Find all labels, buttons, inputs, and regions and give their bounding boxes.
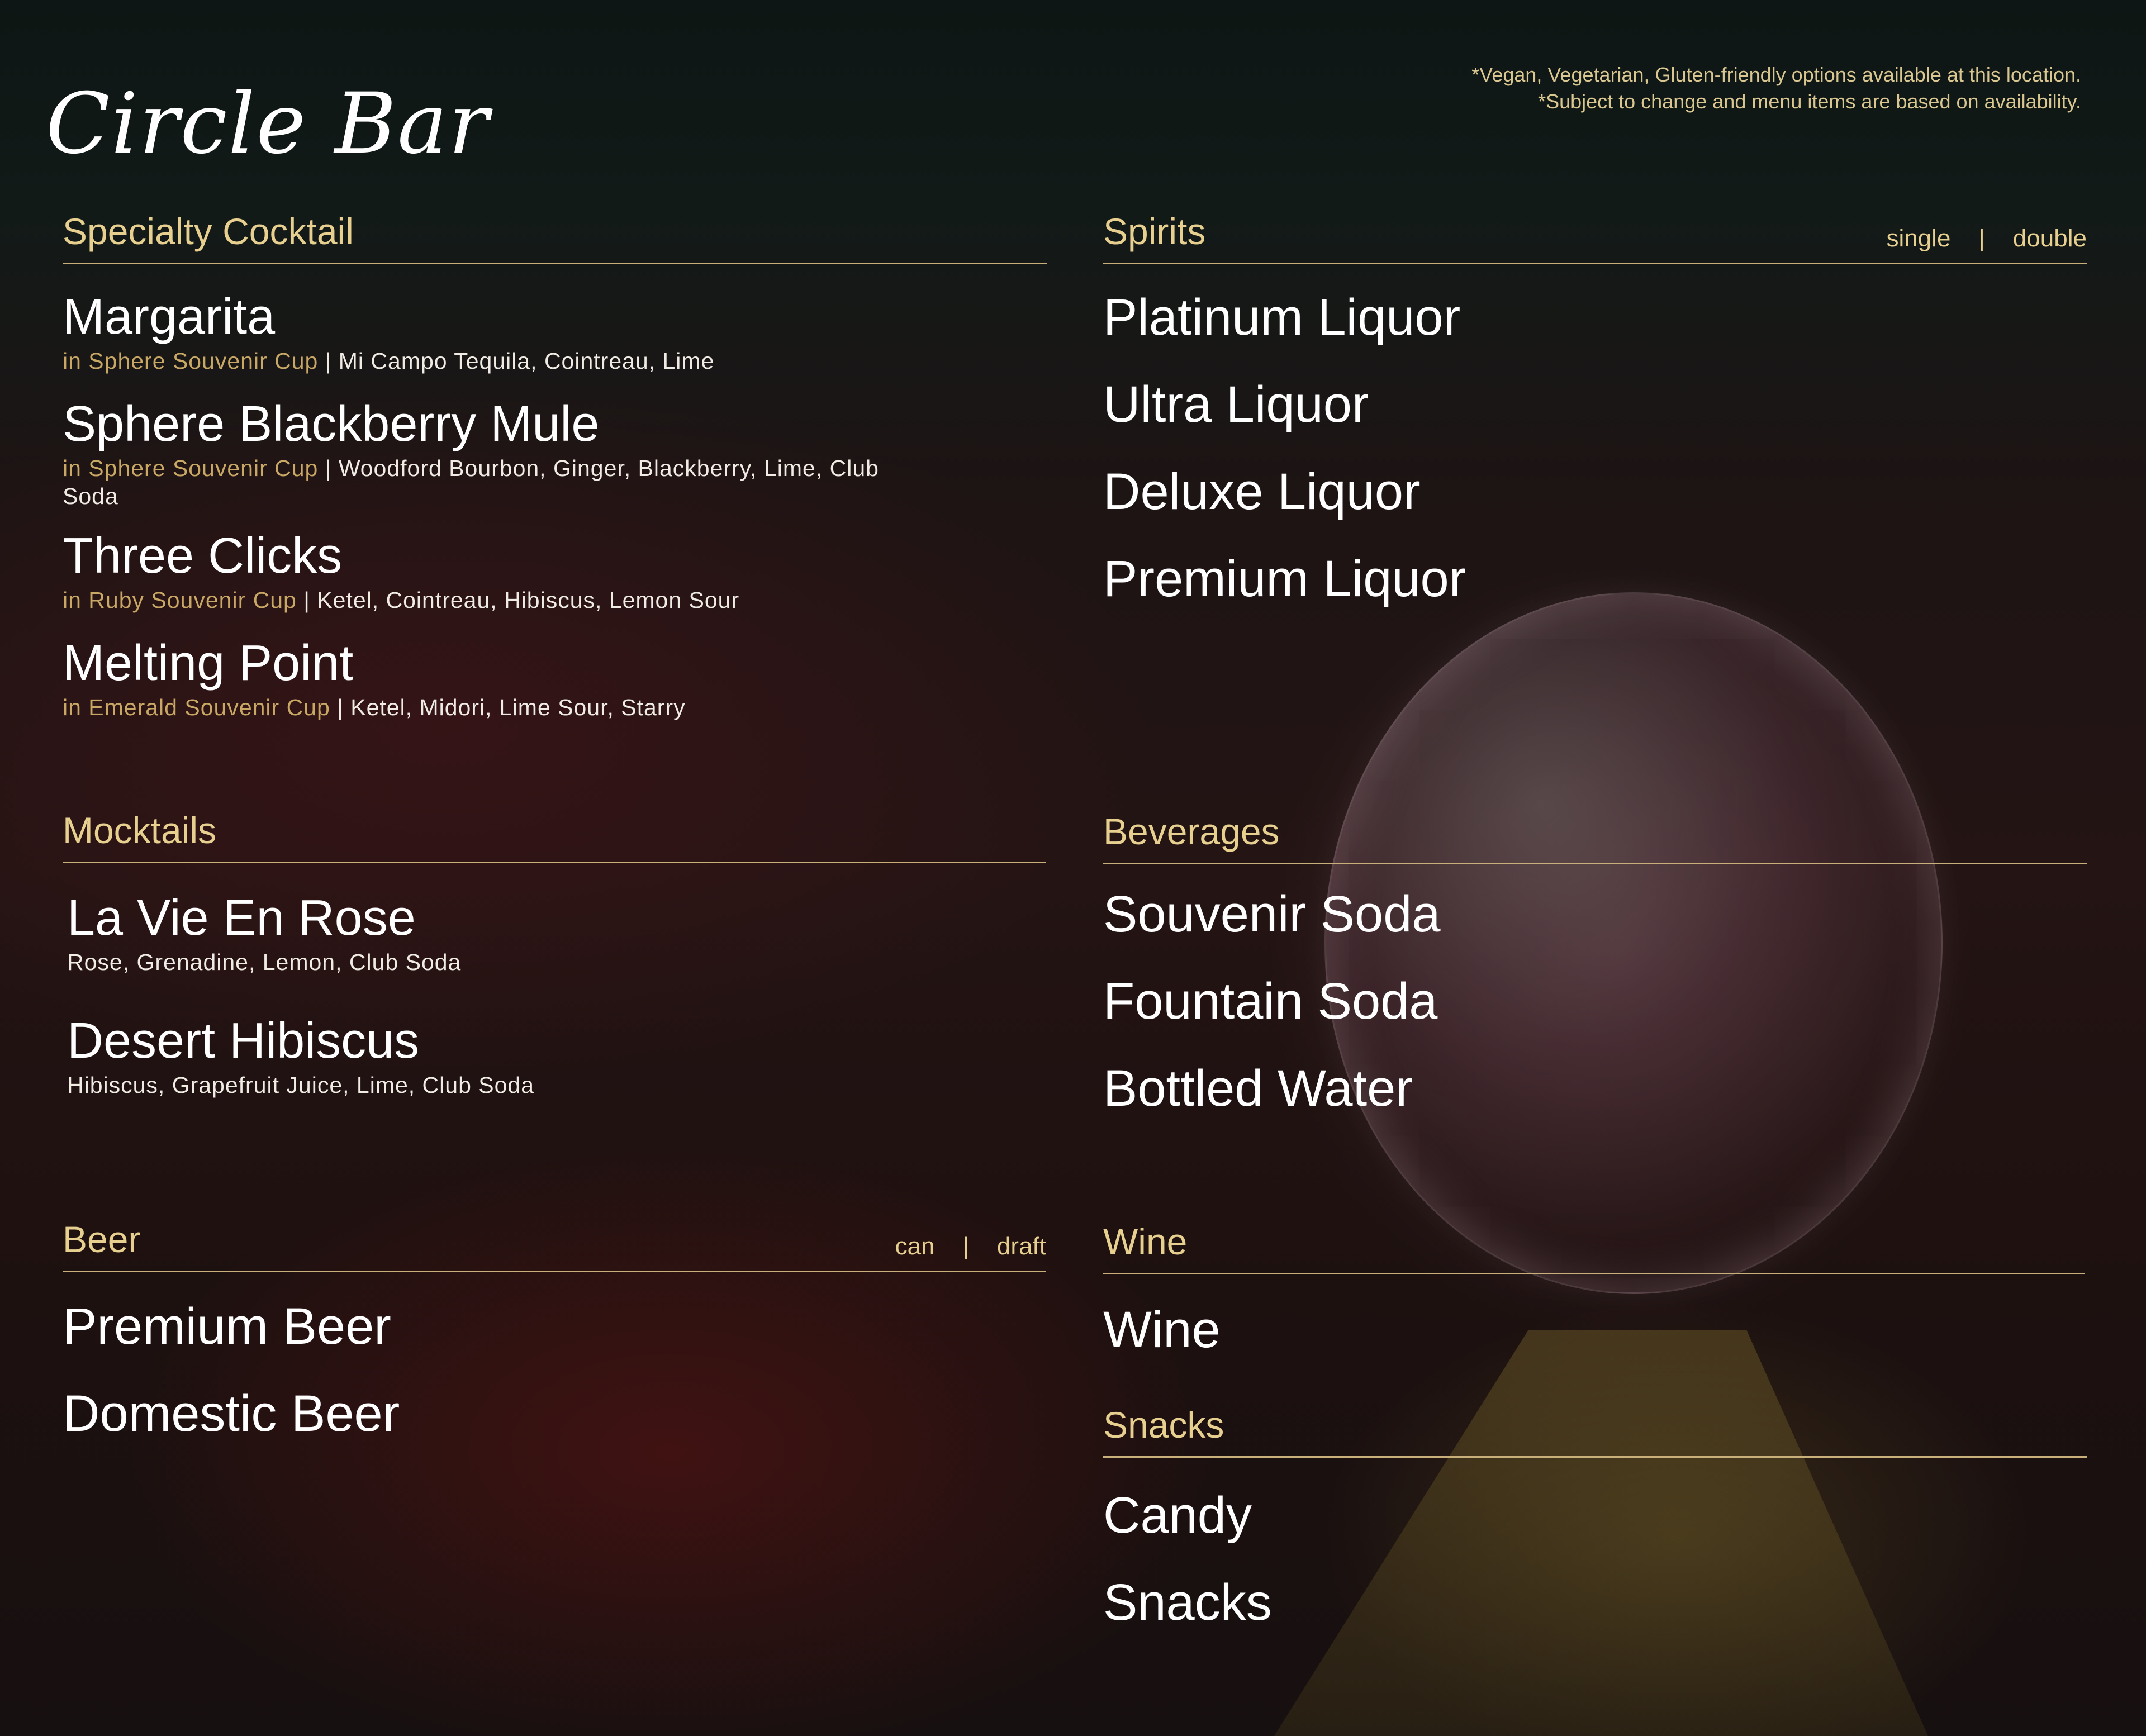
section-header: Beer can | draft bbox=[63, 1212, 1046, 1272]
menu-item: Souvenir Soda bbox=[1103, 881, 2087, 947]
item-ingredients: Ketel, Midori, Lime Sour, Starry bbox=[350, 695, 686, 720]
size-labels: single | double bbox=[1886, 225, 2087, 253]
menu-item: Domestic Beer bbox=[63, 1381, 1046, 1447]
item-list: Candy Snacks bbox=[1103, 1458, 2087, 1635]
item-ingredients: Mi Campo Tequila, Cointreau, Lime bbox=[338, 348, 715, 374]
item-cup: in Ruby Souvenir Cup bbox=[63, 587, 297, 613]
menu-item: Platinum Liquor bbox=[1103, 284, 2087, 350]
item-description: in Sphere Souvenir Cup | Mi Campo Tequil… bbox=[63, 347, 1047, 375]
item-description: in Ruby Souvenir Cup | Ketel, Cointreau,… bbox=[63, 586, 1047, 614]
section-beer: Beer can | draft Premium Beer Domestic Bee… bbox=[63, 1212, 1046, 1468]
menu-item: Wine bbox=[1103, 1297, 2085, 1363]
item-cup: in Emerald Souvenir Cup bbox=[63, 695, 330, 720]
section-title: Snacks bbox=[1103, 1404, 1224, 1445]
item-name: Three Clicks bbox=[63, 528, 343, 584]
item-name: Premium Beer bbox=[63, 1298, 391, 1355]
item-separator: | bbox=[318, 348, 339, 374]
menu-item: Premium Beer bbox=[63, 1293, 1046, 1359]
menu-item: Ultra Liquor bbox=[1103, 372, 2087, 437]
item-name: Fountain Soda bbox=[1103, 973, 1438, 1030]
item-separator: | bbox=[296, 587, 317, 613]
item-name: Premium Liquor bbox=[1103, 550, 1466, 607]
size-single: single bbox=[1886, 225, 1951, 252]
menu-board: Circle Bar *Vegan, Vegetarian, Gluten-fr… bbox=[0, 0, 2146, 1736]
section-title: Spirits bbox=[1103, 211, 1206, 252]
section-title: Beer bbox=[63, 1219, 141, 1260]
section-header: Snacks bbox=[1103, 1398, 2087, 1458]
section-header: Beverages bbox=[1103, 805, 2087, 864]
size-separator: | bbox=[1978, 225, 1985, 252]
section-title: Wine bbox=[1103, 1221, 1188, 1262]
menu-item: Margarita in Sphere Souvenir Cup | Mi Ca… bbox=[63, 287, 1047, 375]
item-list: La Vie En Rose Rose, Grenadine, Lemon, C… bbox=[63, 863, 1046, 1099]
section-title: Specialty Cocktail bbox=[63, 211, 354, 252]
section-snacks: Snacks Candy Snacks bbox=[1103, 1398, 2087, 1657]
item-name: Deluxe Liquor bbox=[1103, 463, 1421, 520]
item-list: Wine bbox=[1103, 1274, 2085, 1363]
menu-item: Three Clicks in Ruby Souvenir Cup | Kete… bbox=[63, 526, 1047, 614]
item-list: Platinum Liquor Ultra Liquor Deluxe Liqu… bbox=[1103, 264, 2087, 612]
item-name: Ultra Liquor bbox=[1103, 376, 1369, 433]
item-name: Desert Hibiscus bbox=[67, 1013, 420, 1069]
menu-item: Premium Liquor bbox=[1103, 546, 2087, 612]
menu-item: Snacks bbox=[1103, 1569, 2087, 1635]
menu-item: Melting Point in Emerald Souvenir Cup | … bbox=[63, 633, 1047, 721]
section-spirits: Spirits single | double Platinum Liquor Ul… bbox=[1103, 204, 2087, 633]
section-specialty-cocktail: Specialty Cocktail Margarita in Sphere S… bbox=[63, 204, 1047, 744]
item-name: Melting Point bbox=[63, 635, 354, 691]
section-header: Spirits single | double bbox=[1103, 204, 2087, 264]
section-header: Mocktails bbox=[63, 803, 1046, 863]
menu-item: Candy bbox=[1103, 1482, 2087, 1548]
item-cup: in Sphere Souvenir Cup bbox=[63, 348, 319, 374]
item-list: Premium Beer Domestic Beer bbox=[63, 1272, 1046, 1447]
item-separator: | bbox=[330, 695, 351, 720]
menu-item: Deluxe Liquor bbox=[1103, 459, 2087, 525]
section-beverages: Beverages Souvenir Soda Fountain Soda Bo… bbox=[1103, 805, 2087, 1143]
item-name: Platinum Liquor bbox=[1103, 289, 1461, 346]
item-cup: in Sphere Souvenir Cup bbox=[63, 455, 319, 481]
section-header: Specialty Cocktail bbox=[63, 204, 1047, 264]
note-line: *Subject to change and menu items are ba… bbox=[1538, 90, 2081, 113]
menu-item: Sphere Blackberry Mule in Sphere Souveni… bbox=[63, 394, 890, 510]
item-description: in Emerald Souvenir Cup | Ketel, Midori,… bbox=[63, 693, 1047, 721]
item-description: in Sphere Souvenir Cup | Woodford Bourbo… bbox=[63, 454, 890, 510]
item-name: Candy bbox=[1103, 1487, 1252, 1544]
item-name: Margarita bbox=[63, 289, 276, 345]
menu-item: Bottled Water bbox=[1103, 1055, 2087, 1121]
item-separator: | bbox=[318, 455, 339, 481]
item-name: Souvenir Soda bbox=[1103, 886, 1441, 943]
section-header: Wine bbox=[1103, 1215, 2085, 1274]
item-list: Margarita in Sphere Souvenir Cup | Mi Ca… bbox=[63, 264, 1047, 721]
logo: Circle Bar bbox=[46, 75, 490, 173]
section-title: Mocktails bbox=[63, 810, 217, 851]
menu-item: Desert Hibiscus Hibiscus, Grapefruit Jui… bbox=[67, 1011, 1046, 1099]
item-name: Wine bbox=[1103, 1301, 1221, 1358]
size-can: can bbox=[895, 1233, 935, 1260]
section-mocktails: Mocktails La Vie En Rose Rose, Grenadine… bbox=[63, 803, 1046, 1121]
item-description: Rose, Grenadine, Lemon, Club Soda bbox=[67, 949, 462, 975]
item-list: Souvenir Soda Fountain Soda Bottled Wate… bbox=[1103, 864, 2087, 1121]
size-draft: draft bbox=[996, 1233, 1046, 1260]
item-name: Bottled Water bbox=[1103, 1060, 1413, 1117]
item-name: Snacks bbox=[1103, 1574, 1272, 1631]
item-ingredients: Ketel, Cointreau, Hibiscus, Lemon Sour bbox=[317, 587, 740, 613]
dietary-notes: *Vegan, Vegetarian, Gluten-friendly opti… bbox=[1471, 61, 2081, 115]
size-labels: can | draft bbox=[895, 1233, 1046, 1261]
item-name: Domestic Beer bbox=[63, 1385, 400, 1442]
item-name: Sphere Blackberry Mule bbox=[63, 396, 600, 452]
size-separator: | bbox=[962, 1233, 969, 1260]
menu-item: La Vie En Rose Rose, Grenadine, Lemon, C… bbox=[67, 888, 1046, 976]
size-double: double bbox=[2012, 225, 2087, 252]
item-name: La Vie En Rose bbox=[67, 890, 416, 946]
item-description: Hibiscus, Grapefruit Juice, Lime, Club S… bbox=[67, 1072, 535, 1098]
section-title: Beverages bbox=[1103, 811, 1280, 852]
menu-item: Fountain Soda bbox=[1103, 968, 2087, 1034]
section-wine: Wine Wine bbox=[1103, 1215, 2085, 1384]
note-line: *Vegan, Vegetarian, Gluten-friendly opti… bbox=[1471, 63, 2081, 86]
